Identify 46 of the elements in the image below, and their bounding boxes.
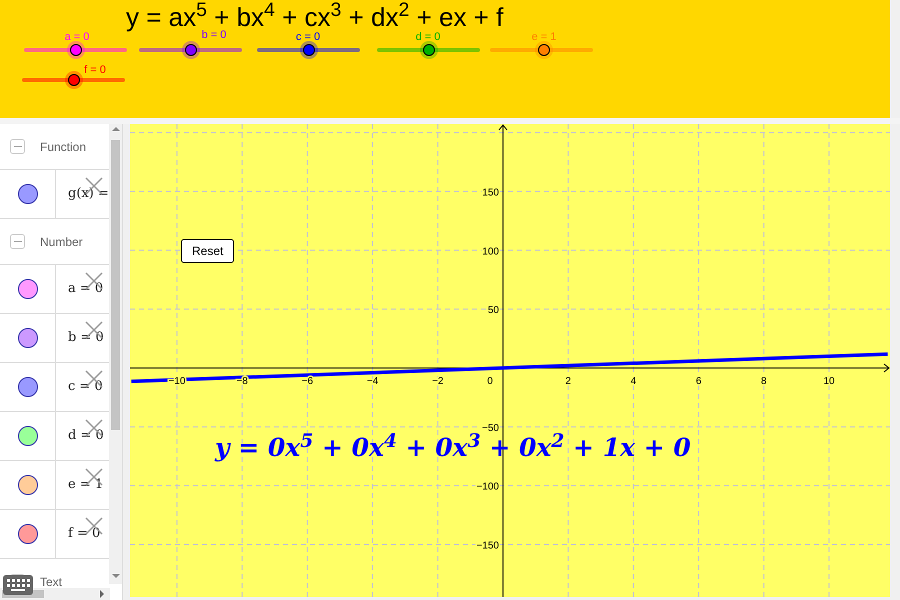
slider-thumb[interactable] bbox=[302, 44, 314, 56]
axis-label: −100 bbox=[476, 482, 499, 493]
axis-label: 100 bbox=[482, 246, 499, 258]
axis-label: 10 bbox=[823, 376, 835, 387]
group-header: Function bbox=[40, 138, 86, 156]
axis-label: −8 bbox=[236, 376, 248, 387]
vertical-scrollbar[interactable] bbox=[109, 124, 122, 584]
group-header: Number bbox=[40, 234, 83, 250]
slider-label: f = 0 bbox=[84, 64, 106, 76]
visibility-toggle[interactable] bbox=[18, 279, 38, 299]
axis-label: 2 bbox=[565, 376, 571, 387]
scroll-right-icon[interactable] bbox=[100, 590, 104, 598]
axis-label: 0 bbox=[487, 376, 493, 387]
axis-label: −50 bbox=[482, 422, 499, 434]
slider-thumb[interactable] bbox=[68, 74, 80, 86]
keyboard-icon[interactable] bbox=[3, 575, 33, 595]
axis-label: 4 bbox=[630, 376, 636, 387]
visibility-toggle[interactable] bbox=[18, 377, 38, 397]
slider-label: c = 0 bbox=[296, 31, 320, 43]
axis-label: 8 bbox=[761, 376, 767, 387]
reset-button[interactable]: Reset bbox=[181, 239, 234, 263]
visibility-toggle[interactable] bbox=[18, 184, 38, 204]
slider-thumb[interactable] bbox=[538, 44, 550, 56]
collapse-toggle[interactable] bbox=[10, 139, 25, 154]
slider-thumb[interactable] bbox=[70, 44, 82, 56]
axis-label: −4 bbox=[366, 376, 378, 387]
slider-label: a = 0 bbox=[64, 31, 90, 43]
axis-label: 6 bbox=[696, 376, 702, 387]
slider-thumb[interactable] bbox=[422, 44, 434, 56]
axis-label: 50 bbox=[488, 305, 499, 316]
visibility-toggle[interactable] bbox=[18, 524, 38, 544]
visibility-toggle[interactable] bbox=[18, 426, 38, 446]
visibility-toggle[interactable] bbox=[18, 475, 38, 495]
slider-label: d = 0 bbox=[416, 31, 440, 43]
slider-label: e = 1 bbox=[532, 31, 556, 43]
axis-label: 150 bbox=[482, 187, 499, 198]
visibility-toggle[interactable] bbox=[18, 328, 38, 348]
slider-thumb[interactable] bbox=[184, 44, 196, 56]
slider-label: b = 0 bbox=[202, 29, 226, 41]
collapse-toggle[interactable] bbox=[10, 234, 25, 249]
axis-label: −150 bbox=[476, 540, 499, 552]
scrollbar-thumb[interactable] bbox=[111, 140, 120, 430]
axis-label: −6 bbox=[302, 376, 314, 387]
polynomial-formula: y = ax$^{5}$ + bx$^{4}$ + cx$^{3}$ + dx$^{2}$ + ex + f bbox=[126, 4, 504, 30]
axis-label: −2 bbox=[432, 376, 444, 387]
group-header: Text bbox=[40, 574, 62, 590]
